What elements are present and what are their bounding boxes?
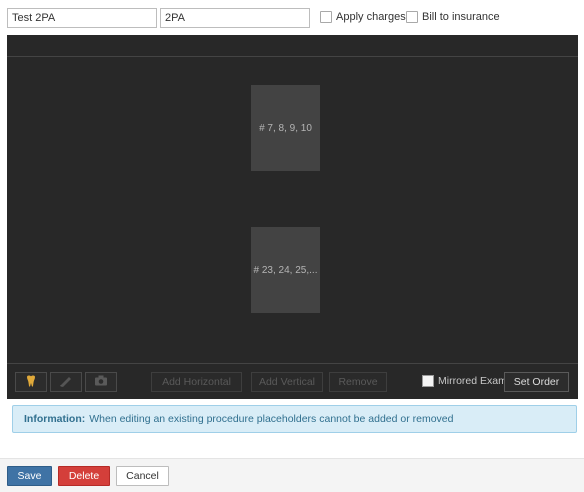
viewer-header-strip: [7, 35, 578, 57]
image-placeholder[interactable]: # 23, 24, 25,...: [251, 227, 320, 313]
exam-layout-viewer: # 7, 8, 9, 10 # 23, 24, 25,... Add Horiz…: [7, 35, 578, 399]
camera-tool-button[interactable]: [85, 372, 117, 392]
mirrored-exam-box[interactable]: [422, 375, 434, 387]
information-title: Information:: [24, 413, 86, 425]
placeholder-label: # 23, 24, 25,...: [253, 264, 318, 276]
remove-button[interactable]: Remove: [329, 372, 387, 392]
apply-charges-checkbox[interactable]: Apply charges: [320, 11, 406, 23]
delete-button[interactable]: Delete: [58, 466, 110, 486]
set-order-label: Set Order: [513, 376, 560, 388]
procedure-code-input[interactable]: [160, 8, 310, 28]
add-horizontal-label: Add Horizontal: [162, 376, 231, 388]
add-horizontal-button[interactable]: Add Horizontal: [151, 372, 242, 392]
toolbar-divider: [7, 363, 578, 364]
camera-icon: [94, 375, 108, 389]
apply-charges-label: Apply charges: [336, 11, 406, 23]
image-placeholder[interactable]: # 7, 8, 9, 10: [251, 85, 320, 171]
bill-to-insurance-box[interactable]: [406, 11, 418, 23]
save-label: Save: [17, 470, 42, 482]
apply-charges-box[interactable]: [320, 11, 332, 23]
procedure-name-input[interactable]: [7, 8, 157, 28]
add-vertical-label: Add Vertical: [258, 376, 316, 388]
pen-tool-button[interactable]: [50, 372, 82, 392]
cancel-label: Cancel: [126, 470, 159, 482]
pen-icon: [59, 375, 73, 390]
tooth-tool-button[interactable]: [15, 372, 47, 392]
cancel-button[interactable]: Cancel: [116, 466, 169, 486]
add-vertical-button[interactable]: Add Vertical: [251, 372, 323, 392]
save-button[interactable]: Save: [7, 466, 52, 486]
placeholder-label: # 7, 8, 9, 10: [259, 122, 312, 134]
set-order-button[interactable]: Set Order: [504, 372, 569, 392]
tooth-icon: [26, 375, 36, 390]
mirrored-exam-checkbox[interactable]: Mirrored Exam: [422, 375, 507, 387]
bill-to-insurance-checkbox[interactable]: Bill to insurance: [406, 11, 500, 23]
information-message: When editing an existing procedure place…: [89, 413, 454, 425]
delete-label: Delete: [68, 470, 100, 482]
information-alert: Information: When editing an existing pr…: [12, 405, 577, 433]
remove-label: Remove: [338, 376, 378, 388]
mirrored-exam-label: Mirrored Exam: [438, 375, 507, 387]
dialog-footer: Save Delete Cancel: [0, 458, 584, 492]
bill-to-insurance-label: Bill to insurance: [422, 11, 500, 23]
